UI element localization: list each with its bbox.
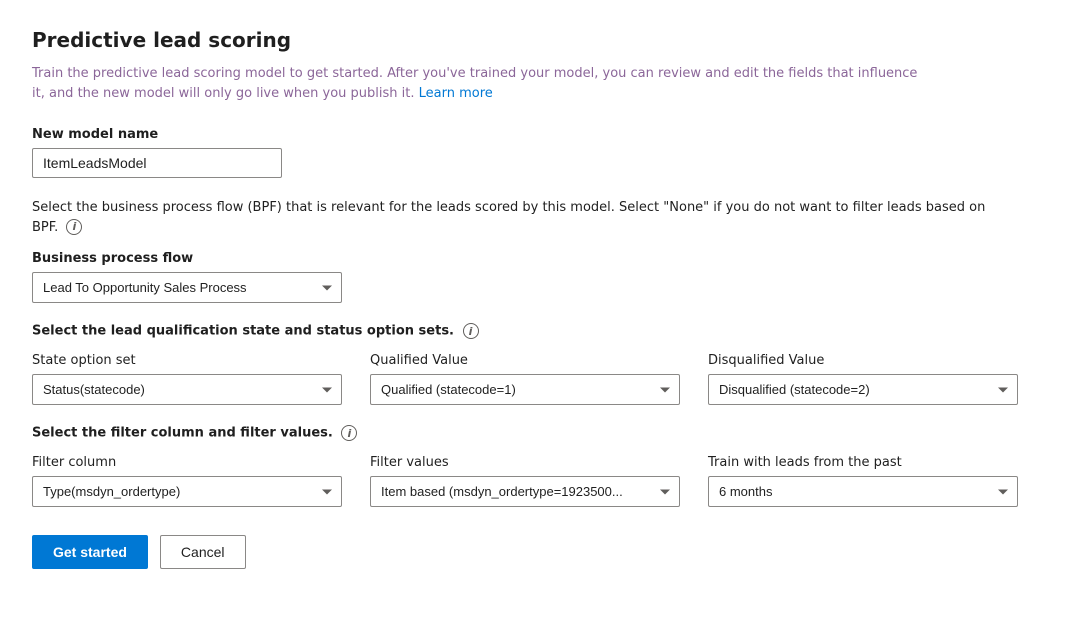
- filter-values-group: Filter values Item based (msdyn_ordertyp…: [370, 455, 680, 507]
- disqualified-dropdown-group: Disqualified Value Disqualified (stateco…: [708, 353, 1018, 405]
- filter-values-select-wrapper: Item based (msdyn_ordertype=1923500...: [370, 476, 680, 507]
- train-label: Train with leads from the past: [708, 455, 1018, 470]
- qualified-label: Qualified Value: [370, 353, 680, 368]
- qualification-dropdowns-row: State option set Status(statecode) Quali…: [32, 353, 1045, 405]
- state-select[interactable]: Status(statecode): [32, 374, 342, 405]
- filter-column-group: Filter column Type(msdyn_ordertype): [32, 455, 342, 507]
- filter-column-select[interactable]: Type(msdyn_ordertype): [32, 476, 342, 507]
- disqualified-label: Disqualified Value: [708, 353, 1018, 368]
- page-title: Predictive lead scoring: [32, 28, 1045, 52]
- filter-values-select[interactable]: Item based (msdyn_ordertype=1923500...: [370, 476, 680, 507]
- filter-dropdowns-row: Filter column Type(msdyn_ordertype) Filt…: [32, 455, 1045, 507]
- learn-more-link[interactable]: Learn more: [419, 86, 493, 101]
- bpf-description: Select the business process flow (BPF) t…: [32, 198, 1012, 237]
- bpf-select-wrapper: None Lead To Opportunity Sales Process: [32, 272, 342, 303]
- state-select-wrapper: Status(statecode): [32, 374, 342, 405]
- bpf-select[interactable]: None Lead To Opportunity Sales Process: [32, 272, 342, 303]
- train-dropdown-group: Train with leads from the past 6 months …: [708, 455, 1018, 507]
- train-select-wrapper: 6 months 3 months 12 months 24 months: [708, 476, 1018, 507]
- filter-info-icon[interactable]: i: [341, 425, 357, 441]
- bpf-info-icon[interactable]: i: [66, 219, 82, 235]
- qualified-dropdown-group: Qualified Value Qualified (statecode=1): [370, 353, 680, 405]
- model-name-label: New model name: [32, 127, 1045, 142]
- train-select[interactable]: 6 months 3 months 12 months 24 months: [708, 476, 1018, 507]
- qualification-info-icon[interactable]: i: [463, 323, 479, 339]
- bpf-label: Business process flow: [32, 251, 1045, 266]
- page-description: Train the predictive lead scoring model …: [32, 64, 932, 103]
- model-name-input[interactable]: [32, 148, 282, 178]
- qualified-select-wrapper: Qualified (statecode=1): [370, 374, 680, 405]
- disqualified-select-wrapper: Disqualified (statecode=2): [708, 374, 1018, 405]
- filter-column-label: Filter column: [32, 455, 342, 470]
- buttons-row: Get started Cancel: [32, 535, 1045, 569]
- get-started-button[interactable]: Get started: [32, 535, 148, 569]
- filter-values-label: Filter values: [370, 455, 680, 470]
- state-dropdown-group: State option set Status(statecode): [32, 353, 342, 405]
- cancel-button[interactable]: Cancel: [160, 535, 246, 569]
- qualified-select[interactable]: Qualified (statecode=1): [370, 374, 680, 405]
- disqualified-select[interactable]: Disqualified (statecode=2): [708, 374, 1018, 405]
- filter-column-select-wrapper: Type(msdyn_ordertype): [32, 476, 342, 507]
- state-label: State option set: [32, 353, 342, 368]
- qualification-section-title: Select the lead qualification state and …: [32, 323, 1045, 339]
- filter-section-title: Select the filter column and filter valu…: [32, 425, 1045, 441]
